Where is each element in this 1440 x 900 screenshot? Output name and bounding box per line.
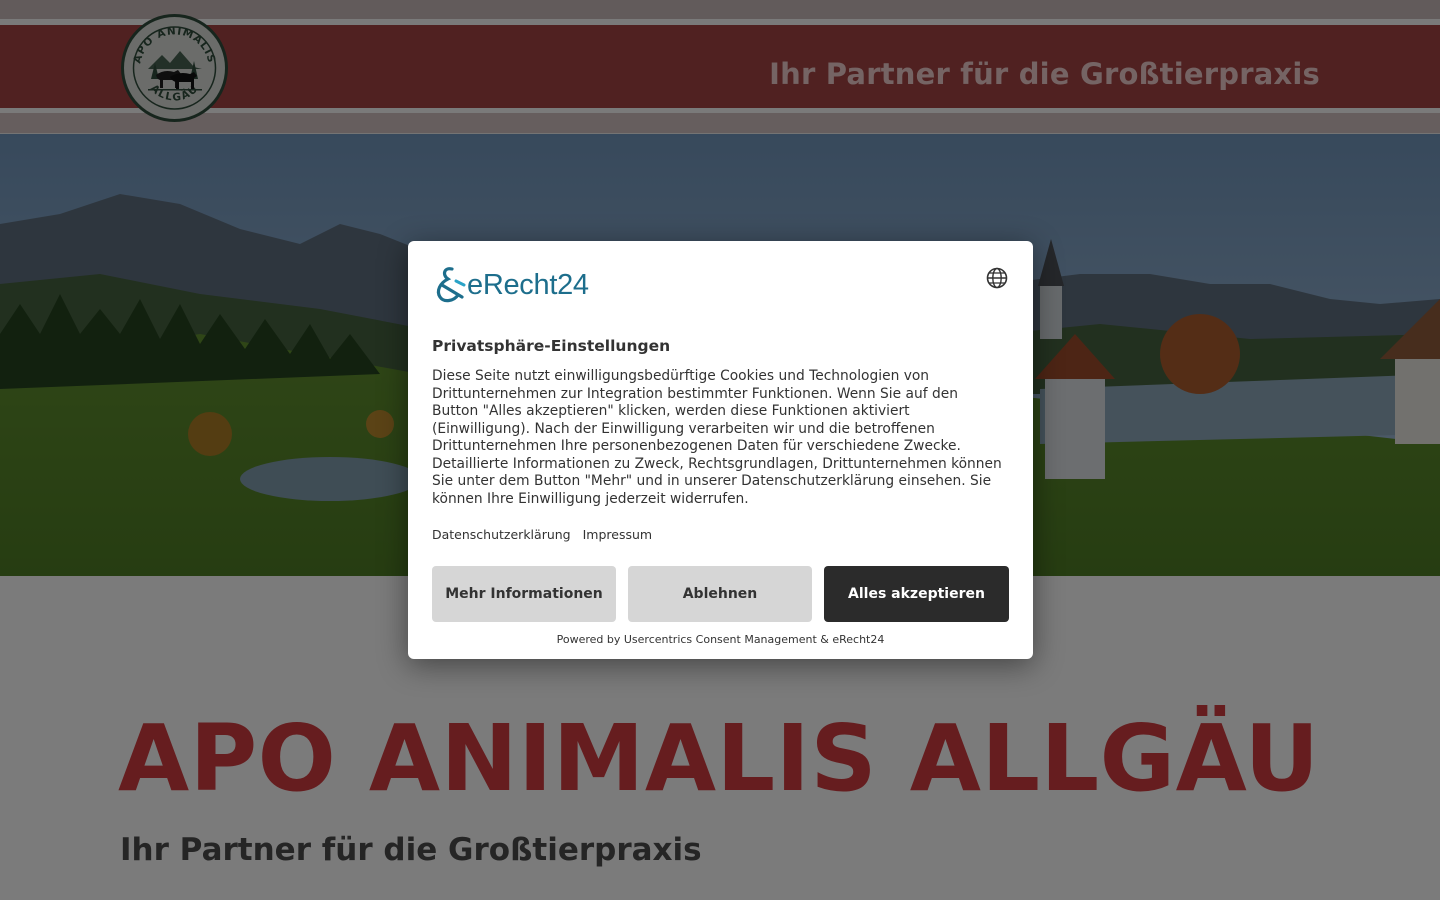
consent-title: Privatsphäre-Einstellungen xyxy=(432,337,671,355)
powered-by-text: Powered by Usercentrics Consent Manageme… xyxy=(556,633,885,646)
globe-icon xyxy=(986,267,1008,289)
erecht24-logo: eRecht24 xyxy=(432,265,589,305)
deny-button[interactable]: Ablehnen xyxy=(628,566,812,622)
more-info-button[interactable]: Mehr Informationen xyxy=(432,566,616,622)
accept-all-button[interactable]: Alles akzeptieren xyxy=(824,566,1009,622)
consent-description: Diese Seite nutzt einwilligungsbedürftig… xyxy=(432,368,1002,507)
consent-links: Datenschutzerklärung Impressum xyxy=(432,527,652,542)
language-selector[interactable] xyxy=(985,266,1009,290)
brand-name: eRecht24 xyxy=(467,268,589,301)
cookie-consent-dialog: eRecht24 Privatsphäre-Einstellungen Dies… xyxy=(408,241,1033,659)
imprint-link[interactable]: Impressum xyxy=(583,527,652,542)
erecht24-brand-icon xyxy=(436,267,466,303)
privacy-policy-link[interactable]: Datenschutzerklärung xyxy=(432,527,571,542)
